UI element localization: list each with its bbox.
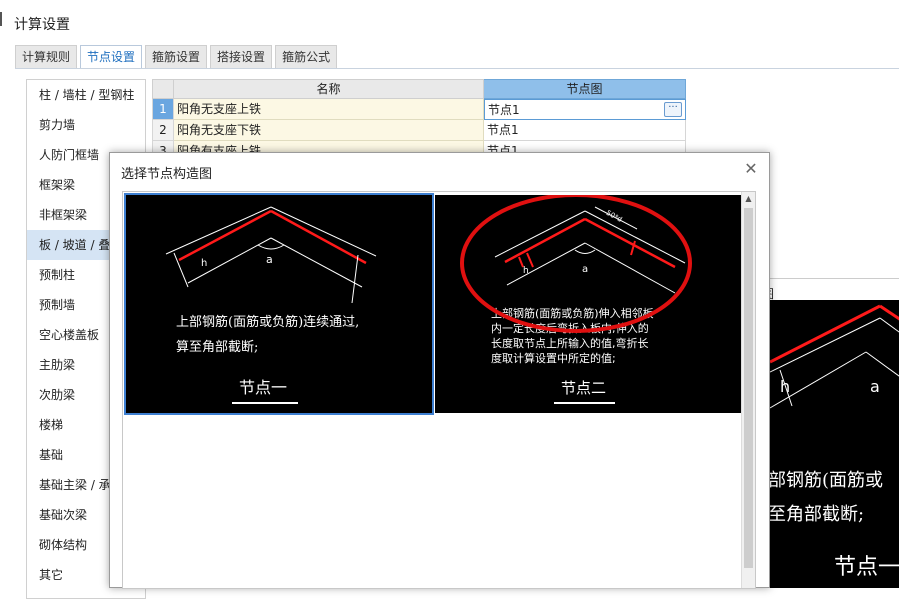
node-gallery: h a 上部钢筋(面筋或负筋)连续通过, 算至角部截断; 节点一 50*d h … [122,191,756,589]
preview-text-line2: 至角部截断; [770,504,864,525]
preview-divider [768,278,899,279]
card-desc-line4: 度取计算设置中所定的值; [491,351,616,365]
table-row[interactable]: 2 阳角无支座下铁 节点1 [152,120,686,141]
row-node-value: 节点1 [488,103,520,117]
scroll-up-icon[interactable]: ▲ [742,192,755,205]
more-button[interactable]: ··· [664,102,682,117]
card-caption: 节点一 [239,378,287,397]
preview-angle-label: a [870,377,880,396]
sidebar-item-shear-wall[interactable]: 剪力墙 [27,110,145,140]
dialog-title: 选择节点构造图 [121,167,213,182]
tab-node-settings[interactable]: 节点设置 [80,45,143,69]
sidebar-item-column[interactable]: 柱 / 墙柱 / 型钢柱 [27,80,145,110]
tab-divider [15,68,899,69]
dim-label: h [523,266,529,276]
window-title: 计算设置 [14,17,70,33]
angle-label: a [266,253,273,266]
card-desc-line1: 上部钢筋(面筋或负筋)伸入相邻板 [491,306,654,320]
dim-top-label: 50*d [605,209,624,224]
preview-caption: 节点一 [834,555,899,580]
node-option-2[interactable]: 50*d h a 上部钢筋(面筋或负筋)伸入相邻板 内一定长度后弯折入板内;伸入… [435,195,741,413]
grid-header: 名称 节点图 [152,79,686,99]
row-name: 阳角无支座下铁 [174,120,484,141]
dim-label: h [201,258,207,269]
row-name: 阳角无支座上铁 [174,99,484,120]
row-node-cell[interactable]: 节点1 ··· [484,99,686,120]
tab-lap-settings[interactable]: 搭接设置 [210,45,273,68]
tab-stirrup-formula[interactable]: 箍筋公式 [275,45,338,68]
row-node-cell[interactable]: 节点1 [484,120,686,141]
card-desc-line3: 长度取节点上所输入的值,弯折长 [491,336,649,350]
row-number: 2 [152,120,174,141]
node-preview-image: h a 部钢筋(面筋或 至角部截断; 节点一 [770,300,899,588]
card-desc-line2: 算至角部截断; [176,340,258,355]
tab-calc-rules[interactable]: 计算规则 [15,45,78,68]
tab-bar: 计算规则 节点设置 箍筋设置 搭接设置 箍筋公式 [15,45,338,69]
preview-diagram: h a 部钢筋(面筋或 至角部截断; 节点一 [770,304,899,580]
select-node-dialog: 选择节点构造图 ✕ h a 上部钢筋(面筋或负筋)连续通过, 算至角部截断; 节… [109,152,770,589]
grid-header-name[interactable]: 名称 [174,79,484,99]
card-desc-line1: 上部钢筋(面筋或负筋)连续通过, [176,314,359,330]
preview-dim-label: h [780,377,790,396]
grid-header-corner [152,79,174,99]
node-option-1[interactable]: h a 上部钢筋(面筋或负筋)连续通过, 算至角部截断; 节点一 [124,193,434,415]
node-settings-grid: 名称 节点图 1 阳角无支座上铁 节点1 ··· 2 阳角无支座下铁 节点1 3… [152,79,686,162]
window-edge-icon [0,12,6,26]
card-caption: 节点二 [561,379,606,397]
scroll-thumb[interactable] [744,208,753,568]
row-number: 1 [152,99,174,120]
gallery-scrollbar[interactable]: ▲ [741,192,755,588]
table-row[interactable]: 1 阳角无支座上铁 节点1 ··· [152,99,686,120]
angle-label: a [582,264,588,275]
close-icon[interactable]: ✕ [743,161,759,177]
grid-header-node[interactable]: 节点图 [484,79,686,99]
tab-stirrup-settings[interactable]: 箍筋设置 [145,45,208,68]
preview-text-line1: 部钢筋(面筋或 [770,470,883,491]
